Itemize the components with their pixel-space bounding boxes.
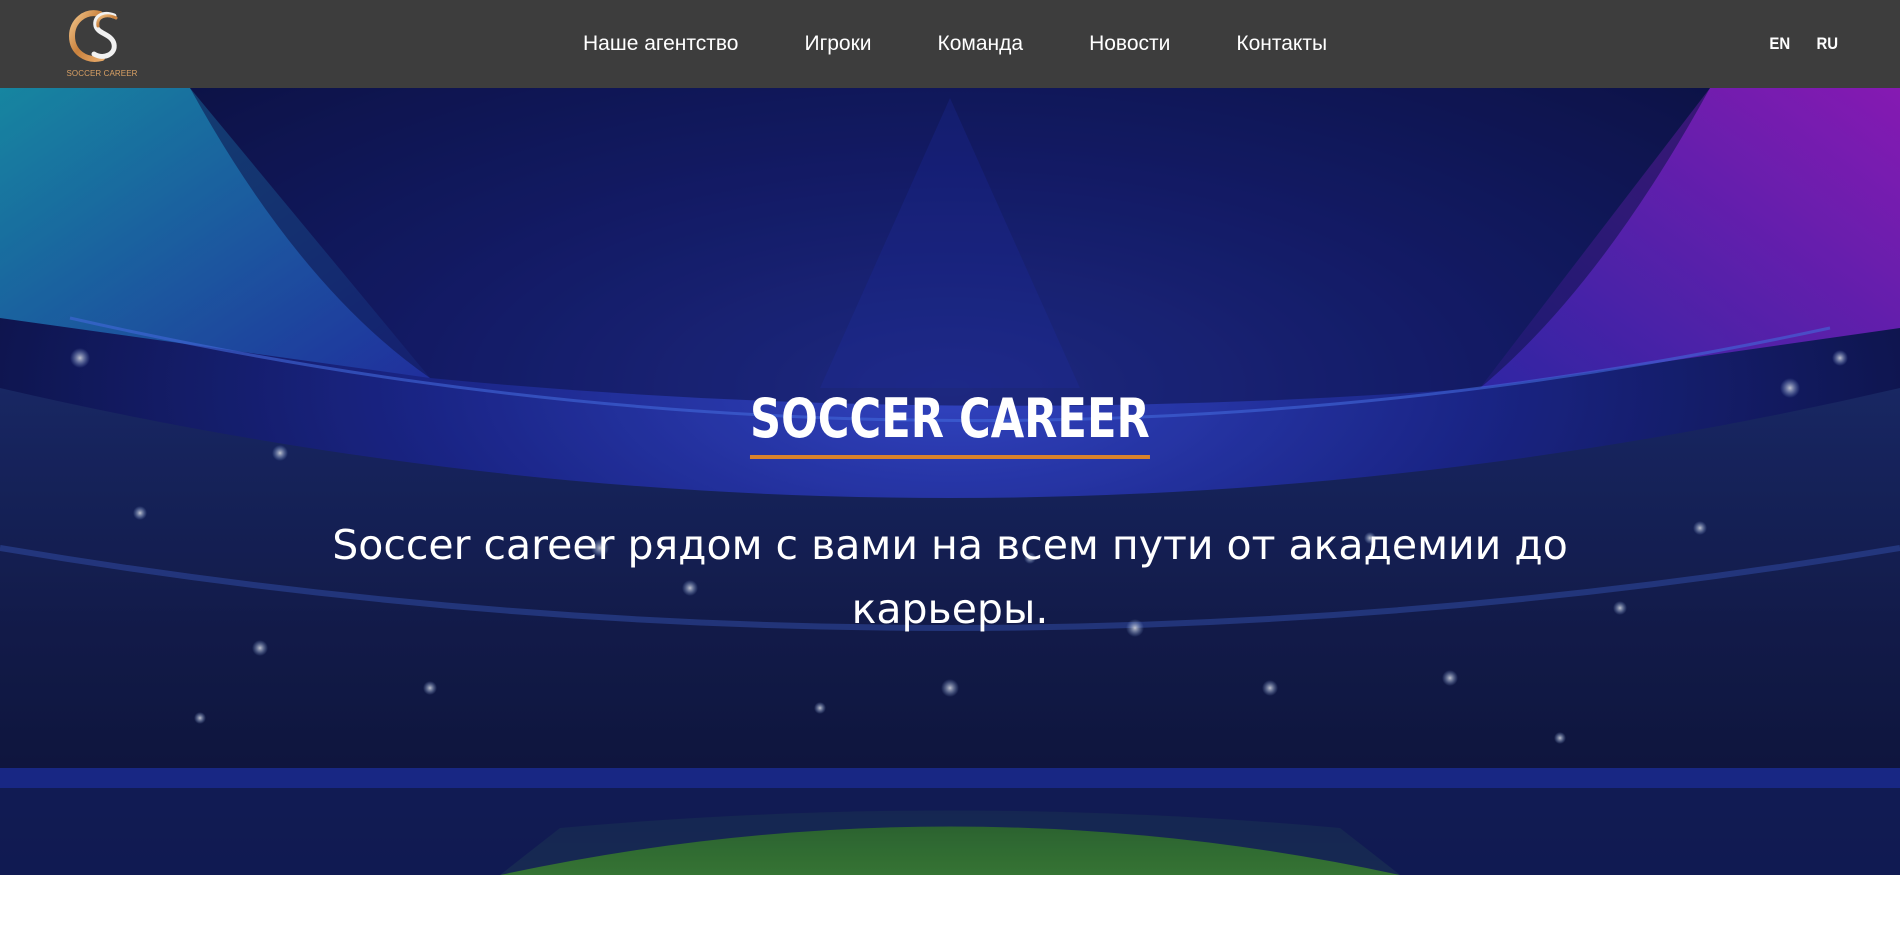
language-switcher: EN RU [1744, 0, 1840, 88]
lang-ru-button[interactable]: RU [1817, 34, 1839, 54]
hero-banner: SOCCER CAREER Soccer career рядом с вами… [0, 88, 1900, 875]
cs-logo-icon [68, 10, 118, 62]
nav-item-players[interactable]: Игроки [804, 32, 871, 56]
logo-caption: SOCCER CAREER [66, 69, 138, 78]
main-navigation: Наше агентство Игроки Команда Новости Ко… [583, 0, 1327, 88]
top-navbar: SOCCER CAREER Наше агентство Игроки Кома… [0, 0, 1900, 88]
stadium-background-image [0, 88, 1900, 875]
nav-item-team[interactable]: Команда [938, 32, 1024, 56]
brand-logo[interactable]: SOCCER CAREER [66, 6, 138, 82]
hero-title-text: SOCCER CAREER [750, 387, 1150, 460]
nav-item-contacts[interactable]: Контакты [1236, 32, 1327, 56]
lang-en-button[interactable]: EN [1769, 34, 1790, 54]
nav-item-agency[interactable]: Наше агентство [583, 32, 738, 56]
hero-title: SOCCER CAREER [0, 387, 1900, 460]
nav-item-news[interactable]: Новости [1089, 32, 1170, 56]
hero-subtitle: Soccer career рядом с вами на всем пути … [332, 521, 1568, 633]
